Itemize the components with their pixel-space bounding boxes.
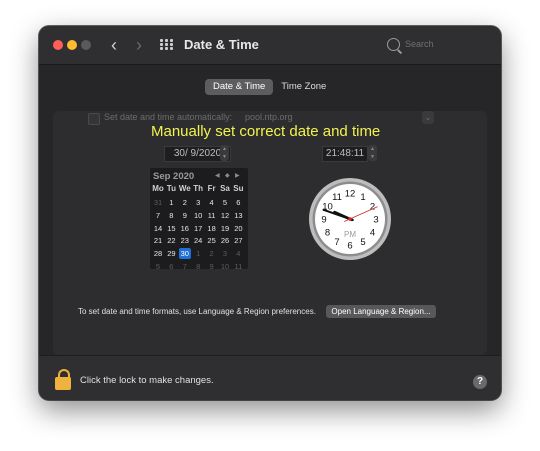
- close-button[interactable]: [53, 40, 63, 50]
- date-stepper[interactable]: ▲ ▼: [220, 145, 229, 161]
- calendar-month: Sep 2020: [153, 171, 195, 182]
- tab-bar: Date & Time Time Zone: [205, 79, 334, 95]
- calendar-day[interactable]: 16: [179, 223, 191, 234]
- zoom-button[interactable]: [81, 40, 91, 50]
- clock-center-pin: [348, 217, 352, 221]
- today-dot-icon[interactable]: ◆: [225, 172, 230, 179]
- calendar-day[interactable]: 8: [192, 261, 204, 272]
- calendar-day[interactable]: 26: [219, 235, 231, 246]
- calendar-weekday: Su: [233, 184, 244, 193]
- calendar-day[interactable]: 15: [165, 223, 177, 234]
- window-title: Date & Time: [184, 37, 259, 52]
- calendar-day[interactable]: 30: [178, 248, 191, 260]
- next-month-icon[interactable]: ▶: [235, 172, 240, 179]
- preferences-window: ‹ › Date & Time Search Date & Time Time …: [39, 26, 501, 400]
- search-icon: [387, 38, 400, 51]
- calendar-day[interactable]: 21: [152, 235, 164, 246]
- clock-period: PM: [344, 230, 356, 239]
- calendar-day[interactable]: 14: [152, 223, 164, 234]
- search-placeholder: Search: [405, 39, 434, 49]
- calendar-day[interactable]: 24: [192, 235, 204, 246]
- lock-icon[interactable]: [55, 369, 71, 391]
- auto-time-checkbox[interactable]: [88, 113, 100, 125]
- calendar-day[interactable]: 2: [179, 197, 191, 208]
- server-dropdown-icon[interactable]: ⌄: [422, 111, 434, 124]
- calendar-day[interactable]: 9: [179, 210, 191, 221]
- clock-number: 9: [321, 215, 326, 226]
- calendar-day[interactable]: 10: [192, 210, 204, 221]
- calendar-day[interactable]: 9: [206, 261, 218, 272]
- calendar-day[interactable]: 13: [232, 210, 244, 221]
- analog-clock[interactable]: PM 12 1234567891011: [308, 177, 392, 261]
- calendar-day[interactable]: 8: [165, 210, 177, 221]
- calendar-day[interactable]: 22: [165, 235, 177, 246]
- clock-number: 8: [325, 228, 330, 239]
- clock-number: 5: [360, 237, 365, 248]
- clock-number: 4: [370, 228, 375, 239]
- calendar-day[interactable]: 7: [179, 261, 191, 272]
- calendar-day[interactable]: 10: [219, 261, 231, 272]
- clock-number: 6: [347, 241, 352, 252]
- settings-panel: [53, 111, 487, 355]
- calendar-day[interactable]: 4: [206, 197, 218, 208]
- calendar-day[interactable]: 5: [219, 197, 231, 208]
- time-field[interactable]: 21:48:11: [322, 146, 368, 162]
- calendar-day[interactable]: 4: [232, 248, 244, 259]
- calendar-day[interactable]: 20: [232, 223, 244, 234]
- clock-number: 12: [345, 189, 356, 200]
- calendar-day[interactable]: 1: [192, 248, 204, 259]
- calendar-weekday: Tu: [166, 184, 176, 193]
- search-input[interactable]: Search: [385, 36, 489, 56]
- tab-date-time[interactable]: Date & Time: [205, 79, 274, 95]
- clock-number: 3: [373, 215, 378, 226]
- calendar-weekday: We: [178, 184, 191, 193]
- calendar-day[interactable]: 28: [152, 248, 164, 259]
- title-bar: ‹ › Date & Time Search: [39, 26, 501, 65]
- calendar-day[interactable]: 17: [192, 223, 204, 234]
- back-chevron-icon[interactable]: ‹: [106, 35, 122, 55]
- clock-number: 2: [370, 202, 375, 213]
- format-hint: To set date and time formats, use Langua…: [78, 307, 316, 316]
- calendar-weekday: Th: [193, 184, 204, 193]
- clock-number: 7: [334, 237, 339, 248]
- calendar-day[interactable]: 29: [165, 248, 177, 259]
- open-language-region-button[interactable]: Open Language & Region...: [326, 305, 436, 318]
- clock-number: 11: [332, 192, 342, 203]
- calendar-day[interactable]: 19: [219, 223, 231, 234]
- prev-month-icon[interactable]: ◀: [215, 172, 220, 179]
- calendar-day[interactable]: 27: [232, 235, 244, 246]
- annotation-text: Manually set correct date and time: [151, 123, 381, 140]
- tab-time-zone[interactable]: Time Zone: [273, 79, 334, 95]
- calendar-day[interactable]: 5: [152, 261, 164, 272]
- calendar-day[interactable]: 11: [206, 210, 218, 221]
- calendar-day[interactable]: 31: [152, 197, 164, 208]
- show-all-grid-icon[interactable]: [160, 39, 174, 51]
- time-stepper[interactable]: ▲ ▼: [368, 145, 377, 161]
- calendar-day[interactable]: 23: [179, 235, 191, 246]
- calendar-day[interactable]: 12: [219, 210, 231, 221]
- calendar: Sep 2020 ◀ ◆ ▶ Mo Tu We Th Fr Sa Su 31 1 2 3 4 5 6 7 8 9…: [150, 168, 248, 272]
- calendar-day[interactable]: 6: [165, 261, 177, 272]
- bottom-bar: Click the lock to make changes. ?: [39, 355, 501, 400]
- calendar-day[interactable]: 6: [232, 197, 244, 208]
- calendar-weekday: Sa: [220, 184, 230, 193]
- calendar-day[interactable]: 11: [232, 261, 244, 272]
- calendar-day[interactable]: 18: [206, 223, 218, 234]
- lock-message: Click the lock to make changes.: [80, 375, 214, 386]
- minimize-button[interactable]: [67, 40, 77, 50]
- calendar-day[interactable]: 3: [219, 248, 231, 259]
- calendar-day[interactable]: 25: [206, 235, 218, 246]
- calendar-day[interactable]: 3: [192, 197, 204, 208]
- calendar-weekday: Mo: [152, 184, 164, 193]
- forward-chevron-icon[interactable]: ›: [131, 35, 147, 55]
- calendar-day[interactable]: 1: [165, 197, 177, 208]
- time-server-field[interactable]: pool.ntp.org: [245, 112, 293, 122]
- calendar-weekday: Fr: [207, 184, 216, 193]
- auto-time-label: Set date and time automatically:: [104, 112, 233, 122]
- calendar-day[interactable]: 7: [152, 210, 164, 221]
- clock-number: 1: [360, 192, 365, 203]
- calendar-day[interactable]: 2: [206, 248, 218, 259]
- help-button[interactable]: ?: [473, 375, 487, 389]
